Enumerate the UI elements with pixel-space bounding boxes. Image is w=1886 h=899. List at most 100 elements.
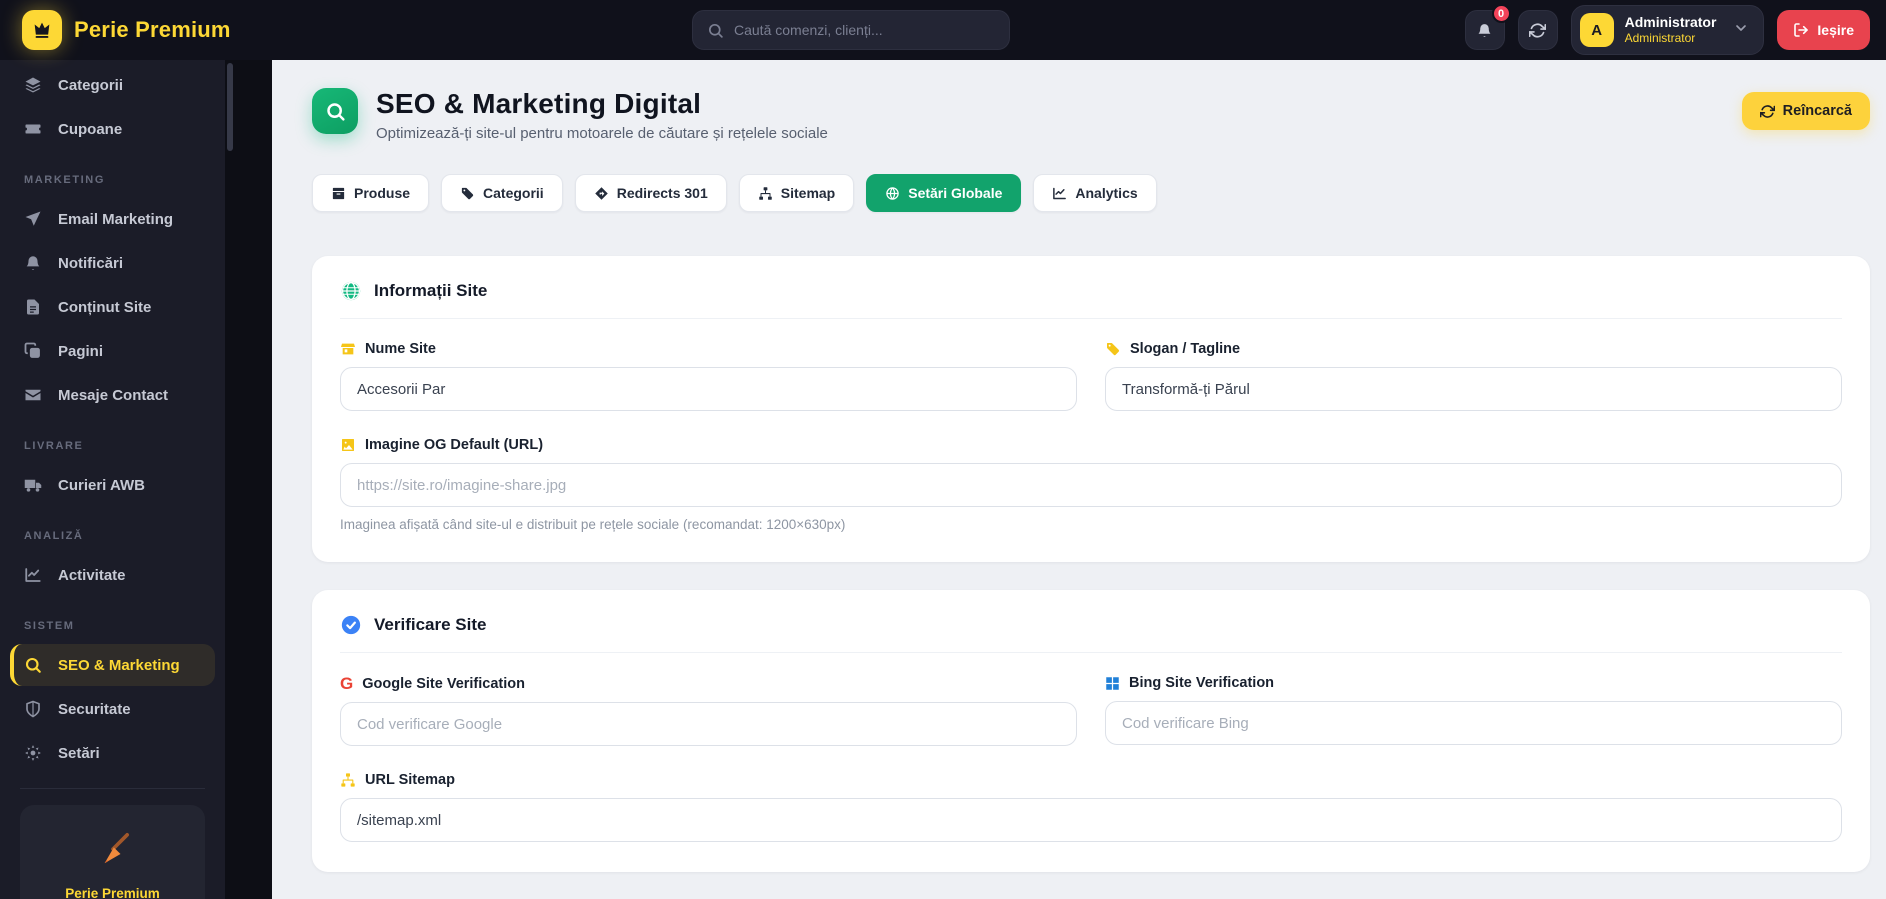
notifications-button[interactable]: 0 (1464, 4, 1511, 50)
field-tagline: Slogan / Tagline (1105, 341, 1842, 437)
card-verification: Verificare Site G Google Site Verificati… (312, 590, 1870, 872)
sidebar-section-sistem: SISTEM (24, 620, 75, 632)
sidebar-item-pagini[interactable]: Pagini (10, 330, 215, 372)
logout-label: Ieșire (1817, 22, 1854, 38)
tab-sitemap[interactable]: Sitemap (738, 174, 855, 212)
field-og-image: Imagine OG Default (URL) Imaginea afișat… (340, 437, 1842, 532)
file-text-icon (24, 298, 42, 316)
sidebar-item-label: Curieri AWB (58, 476, 145, 494)
tab-label: Redirects 301 (616, 185, 708, 201)
og-image-help: Imaginea afișată când site-ul e distribu… (340, 517, 846, 532)
refresh-icon (1529, 22, 1547, 39)
page-header: SEO & Marketing Digital Optimizează-ți s… (312, 88, 1870, 142)
tab-setari-globale[interactable]: Setări Globale (866, 174, 1022, 212)
sidebar-item-label: SEO & Marketing (58, 656, 180, 674)
sidebar-item-continut-site[interactable]: Conținut Site (10, 286, 215, 328)
sidebar-item-email-marketing[interactable]: Email Marketing (10, 198, 215, 240)
field-bing-verification: Bing Site Verification (1105, 675, 1842, 772)
shield-icon (24, 700, 42, 718)
notifications-badge: 0 (1491, 4, 1511, 23)
tab-categorii[interactable]: Categorii (441, 174, 563, 212)
card-title: Verificare Site (374, 615, 487, 634)
field-label: Bing Site Verification (1129, 675, 1275, 691)
box-icon (331, 186, 346, 201)
tag-icon (1105, 341, 1121, 357)
chart-line-icon (1052, 186, 1067, 201)
sidebar-footer-brand: Perie Premium (65, 886, 160, 899)
tab-label: Setări Globale (908, 185, 1003, 201)
reload-button[interactable]: Reîncarcă (1741, 92, 1870, 130)
sidebar-item-label: Activitate (58, 566, 126, 584)
user-menu[interactable]: A Administrator Administrator (1570, 5, 1765, 55)
sidebar-item-categorii[interactable]: Categorii (10, 64, 215, 106)
avatar: A (1579, 13, 1614, 47)
sidebar-item-activitate[interactable]: Activitate (10, 554, 215, 596)
bing-verification-input[interactable] (1105, 701, 1842, 745)
sidebar-item-label: Categorii (58, 76, 124, 94)
main-content: SEO & Marketing Digital Optimizează-ți s… (272, 60, 1886, 899)
search-icon (24, 656, 42, 674)
tab-redirects-301[interactable]: Redirects 301 (574, 174, 727, 212)
bell-icon (1476, 22, 1493, 39)
chevron-down-icon (1733, 20, 1749, 41)
sidebar-section-marketing: MARKETING (24, 174, 106, 186)
tab-produse[interactable]: Produse (312, 174, 430, 212)
microsoft-icon (1105, 676, 1120, 691)
brush-icon (93, 829, 133, 869)
globe-icon (885, 186, 900, 201)
sidebar-divider (20, 788, 205, 789)
diamond-turn-icon (594, 186, 609, 201)
og-image-input[interactable] (340, 463, 1842, 507)
sidebar-item-label: Securitate (58, 700, 131, 718)
site-name-input[interactable] (340, 367, 1077, 411)
sidebar-section-analiza: ANALIZĂ (24, 530, 84, 542)
tab-label: Sitemap (780, 185, 836, 201)
tab-analytics[interactable]: Analytics (1033, 174, 1157, 212)
send-icon (24, 210, 42, 228)
tabs: Produse Categorii Redirects 301 Sitemap … (312, 174, 1870, 212)
sidebar-item-notificari[interactable]: Notificări (10, 242, 215, 284)
refresh-button[interactable] (1517, 10, 1558, 50)
globe-icon (340, 280, 362, 302)
reload-label: Reîncarcă (1782, 103, 1852, 119)
sidebar-item-label: Setări (58, 744, 100, 762)
sidebar-item-setari[interactable]: Setări (10, 732, 215, 774)
ticket-icon (24, 120, 42, 138)
topbar: Perie Premium 0 A Administrator Administ… (0, 0, 1886, 60)
field-site-name: Nume Site (340, 341, 1077, 411)
check-circle-icon (340, 614, 362, 636)
sidebar-footer-card: Perie Premium (20, 805, 205, 899)
user-role: Administrator (1624, 31, 1696, 46)
field-label: URL Sitemap (365, 772, 455, 788)
sitemap-icon (758, 186, 773, 201)
logout-icon (1793, 22, 1809, 38)
sidebar-item-cupoane[interactable]: Cupoane (10, 108, 215, 150)
field-label: Nume Site (365, 341, 436, 357)
tagline-input[interactable] (1105, 367, 1842, 411)
google-icon: G (340, 674, 354, 693)
field-google-verification: G Google Site Verification (340, 675, 1077, 746)
store-icon (340, 341, 356, 357)
tag-icon (460, 186, 475, 201)
google-verification-input[interactable] (340, 702, 1077, 746)
sidebar-item-label: Conținut Site (58, 298, 152, 316)
field-label: Google Site Verification (362, 675, 525, 692)
sidebar-scrollbar[interactable] (227, 63, 233, 151)
sidebar-section-livrare: LIVRARE (24, 440, 84, 452)
global-search[interactable] (692, 10, 1010, 50)
sidebar-item-seo-marketing[interactable]: SEO & Marketing (10, 644, 215, 686)
sitemap-icon (340, 772, 356, 788)
sidebar-item-mesaje-contact[interactable]: Mesaje Contact (10, 374, 215, 416)
tab-label: Categorii (483, 185, 544, 201)
search-input[interactable] (734, 22, 995, 38)
chart-line-icon (24, 566, 42, 584)
sidebar-item-securitate[interactable]: Securitate (10, 688, 215, 730)
sidebar-item-curieri-awb[interactable]: Curieri AWB (10, 464, 215, 506)
layers-icon (24, 76, 42, 94)
gear-icon (24, 744, 42, 762)
sitemap-url-input[interactable] (340, 798, 1842, 842)
logout-button[interactable]: Ieșire (1777, 10, 1870, 50)
page-title: SEO & Marketing Digital (376, 88, 702, 119)
sidebar-gutter (225, 60, 272, 899)
copy-icon (24, 342, 42, 360)
